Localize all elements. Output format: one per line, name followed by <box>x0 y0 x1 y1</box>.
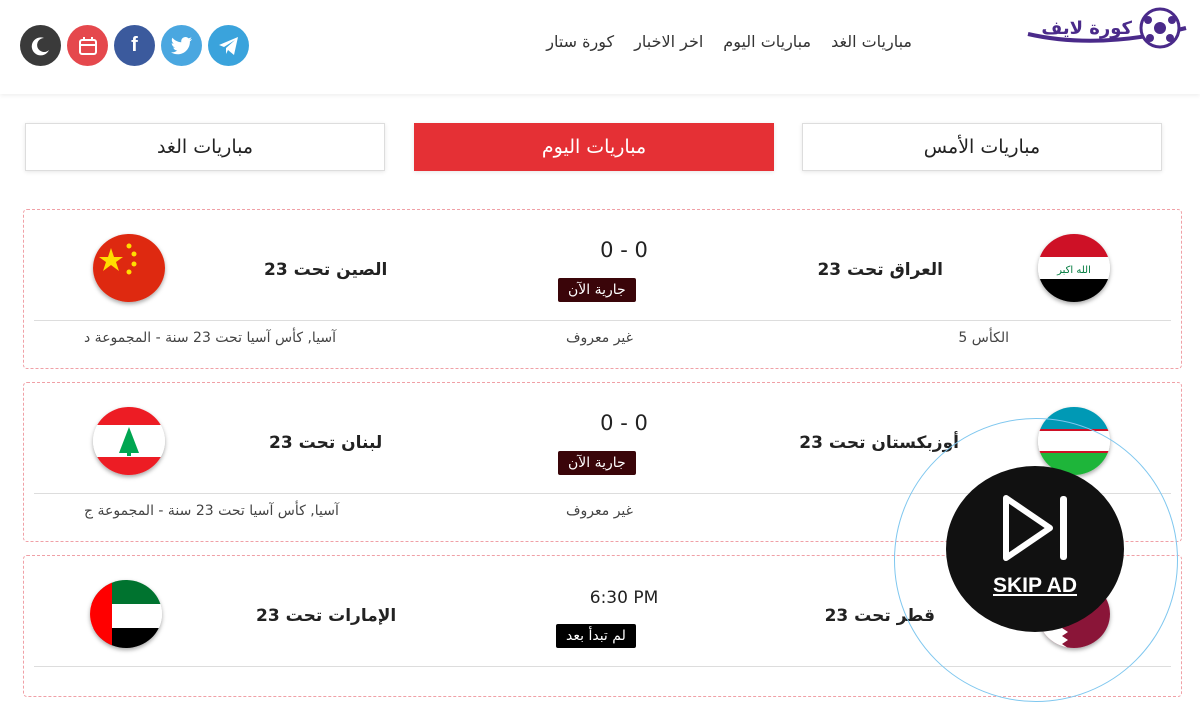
tab-today[interactable]: مباريات اليوم <box>414 123 774 171</box>
tab-tomorrow[interactable]: مباريات الغد <box>25 123 385 171</box>
match-league: آسيا, كأس آسيا تحت 23 سنة - المجموعة د <box>84 330 337 346</box>
match-time: 6:30 PM <box>589 588 659 608</box>
match-card[interactable]: الله اكبر العراق تحت 23 0 - 0 جارية الآن… <box>23 209 1182 369</box>
twitter-icon[interactable] <box>161 25 202 66</box>
calendar-icon[interactable] <box>67 25 108 66</box>
away-team-name: لبنان تحت 23 <box>269 433 383 453</box>
status-badge: جارية الآن <box>558 278 636 302</box>
iraq-flag-icon: الله اكبر <box>1038 234 1110 302</box>
uae-flag-icon <box>90 580 162 648</box>
social-buttons: f <box>20 25 249 66</box>
main-nav: كورة ستار اخر الاخبار مباريات اليوم مبار… <box>546 32 912 51</box>
match-commentator: غير معروف <box>566 503 633 519</box>
nav-today-matches[interactable]: مباريات اليوم <box>723 32 811 51</box>
facebook-icon[interactable]: f <box>114 25 155 66</box>
logo-text: كورة لايف <box>1041 18 1132 39</box>
match-score: 0 - 0 <box>600 238 648 262</box>
telegram-icon[interactable] <box>208 25 249 66</box>
site-logo[interactable]: كورة لايف <box>1008 6 1188 54</box>
nav-koora-star[interactable]: كورة ستار <box>546 32 614 51</box>
match-score: 0 - 0 <box>600 411 648 435</box>
status-badge: جارية الآن <box>558 451 636 475</box>
away-team-name: الإمارات تحت 23 <box>256 606 397 626</box>
skip-ad-button[interactable]: SKIP AD <box>946 466 1124 632</box>
home-team-name: أوزبكستان تحت 23 <box>799 433 959 453</box>
match-commentator: غير معروف <box>566 330 633 346</box>
china-flag-icon <box>93 234 165 302</box>
status-badge: لم تبدأ بعد <box>556 624 636 648</box>
match-league: آسيا, كأس آسيا تحت 23 سنة - المجموعة ج <box>84 503 339 519</box>
day-tabs: مباريات الغد مباريات اليوم مباريات الأمس <box>25 123 1162 171</box>
nav-latest-news[interactable]: اخر الاخبار <box>634 32 703 51</box>
home-team-name: العراق تحت 23 <box>817 260 943 280</box>
tab-yesterday[interactable]: مباريات الأمس <box>802 123 1162 171</box>
away-team-name: الصين تحت 23 <box>264 260 388 280</box>
site-header: كورة لايف كورة ستار اخر الاخبار مباريات … <box>0 0 1200 94</box>
skip-next-icon <box>1003 495 1067 561</box>
skip-ad-label: SKIP AD <box>992 574 1078 597</box>
match-channel: الكأس 5 <box>958 330 1009 346</box>
lebanon-flag-icon <box>93 407 165 475</box>
svg-text:الله اكبر: الله اكبر <box>1056 265 1091 276</box>
nav-tomorrow-matches[interactable]: مباريات الغد <box>831 32 912 51</box>
card-divider <box>34 320 1171 321</box>
moon-icon[interactable] <box>20 25 61 66</box>
